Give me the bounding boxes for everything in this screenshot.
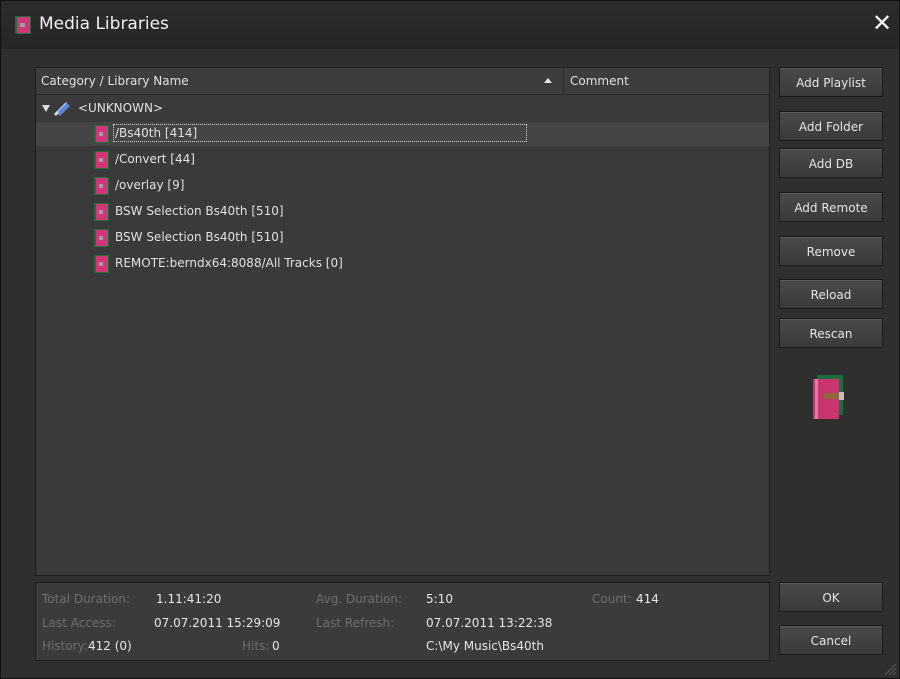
remove-button[interactable]: Remove	[779, 236, 883, 266]
library-info-panel: Total Duration: 1.11:41:20 Avg. Duration…	[35, 582, 770, 661]
tree-row-label: /overlay [9]	[115, 178, 185, 192]
tree-row[interactable]: /Bs40th [414]	[36, 122, 769, 146]
library-path-value: C:\My Music\Bs40th	[426, 639, 544, 653]
tree-row-label: REMOTE:berndx64:8088/All Tracks [0]	[115, 256, 343, 270]
library-tree[interactable]: Category / Library Name Comment <UNKNOWN…	[35, 67, 770, 576]
last-refresh-value: 07.07.2011 13:22:38	[426, 616, 553, 630]
sort-ascending-icon	[544, 78, 552, 83]
hits-value: 0	[272, 639, 280, 653]
column-header-name[interactable]: Category / Library Name	[36, 68, 564, 94]
tree-row[interactable]: BSW Selection Bs40th [510]	[36, 200, 769, 224]
column-header-comment[interactable]: Comment	[570, 74, 629, 88]
library-icon	[94, 151, 109, 169]
cancel-button[interactable]: Cancel	[779, 625, 883, 655]
column-header-name-label: Category / Library Name	[41, 74, 189, 88]
close-button[interactable]: ✕	[871, 11, 893, 35]
tree-root-row[interactable]: <UNKNOWN>	[36, 97, 769, 121]
tree-row-label: BSW Selection Bs40th [510]	[115, 230, 284, 244]
window-title: Media Libraries	[39, 14, 169, 34]
add-folder-button[interactable]: Add Folder	[779, 111, 883, 141]
tree-row[interactable]: REMOTE:berndx64:8088/All Tracks [0]	[36, 252, 769, 276]
library-book-icon	[15, 16, 31, 34]
count-label: Count:	[592, 592, 632, 606]
reload-button[interactable]: Reload	[779, 279, 883, 309]
hits-label: Hits:	[242, 639, 270, 653]
library-icon	[94, 229, 109, 247]
last-access-label: Last Access:	[42, 616, 116, 630]
resize-grip-icon[interactable]	[883, 662, 897, 676]
history-label: History:	[42, 639, 88, 653]
last-access-value: 07.07.2011 15:29:09	[154, 616, 281, 630]
tree-row[interactable]: BSW Selection Bs40th [510]	[36, 226, 769, 250]
media-libraries-dialog: Media Libraries ✕ Category / Library Nam…	[0, 0, 900, 679]
database-icon	[54, 102, 70, 116]
total-duration-label: Total Duration:	[42, 592, 131, 606]
ok-button[interactable]: OK	[779, 582, 883, 612]
tree-header: Category / Library Name Comment	[36, 68, 769, 95]
last-refresh-label: Last Refresh:	[316, 616, 395, 630]
avg-duration-value: 5:10	[426, 592, 453, 606]
tree-row-label: /Convert [44]	[115, 152, 195, 166]
tree-root-label: <UNKNOWN>	[78, 101, 164, 115]
library-icon	[94, 177, 109, 195]
add-remote-button[interactable]: Add Remote	[779, 192, 883, 222]
total-duration-value: 1.11:41:20	[156, 592, 222, 606]
add-playlist-button[interactable]: Add Playlist	[779, 67, 883, 97]
tree-row-label: BSW Selection Bs40th [510]	[115, 204, 284, 218]
media-library-icon	[813, 375, 844, 419]
add-db-button[interactable]: Add DB	[779, 148, 883, 178]
tree-row[interactable]: /Convert [44]	[36, 148, 769, 172]
avg-duration-label: Avg. Duration:	[316, 592, 403, 606]
library-icon	[94, 255, 109, 273]
title-bar[interactable]: Media Libraries ✕	[1, 1, 899, 49]
count-value: 414	[636, 592, 659, 606]
history-value: 412 (0)	[88, 639, 132, 653]
tree-row[interactable]: /overlay [9]	[36, 174, 769, 198]
library-icon	[94, 125, 109, 143]
expand-arrow-icon[interactable]	[42, 105, 50, 112]
library-icon	[94, 203, 109, 221]
rescan-button[interactable]: Rescan	[779, 318, 883, 348]
tree-row-label: /Bs40th [414]	[112, 124, 528, 142]
